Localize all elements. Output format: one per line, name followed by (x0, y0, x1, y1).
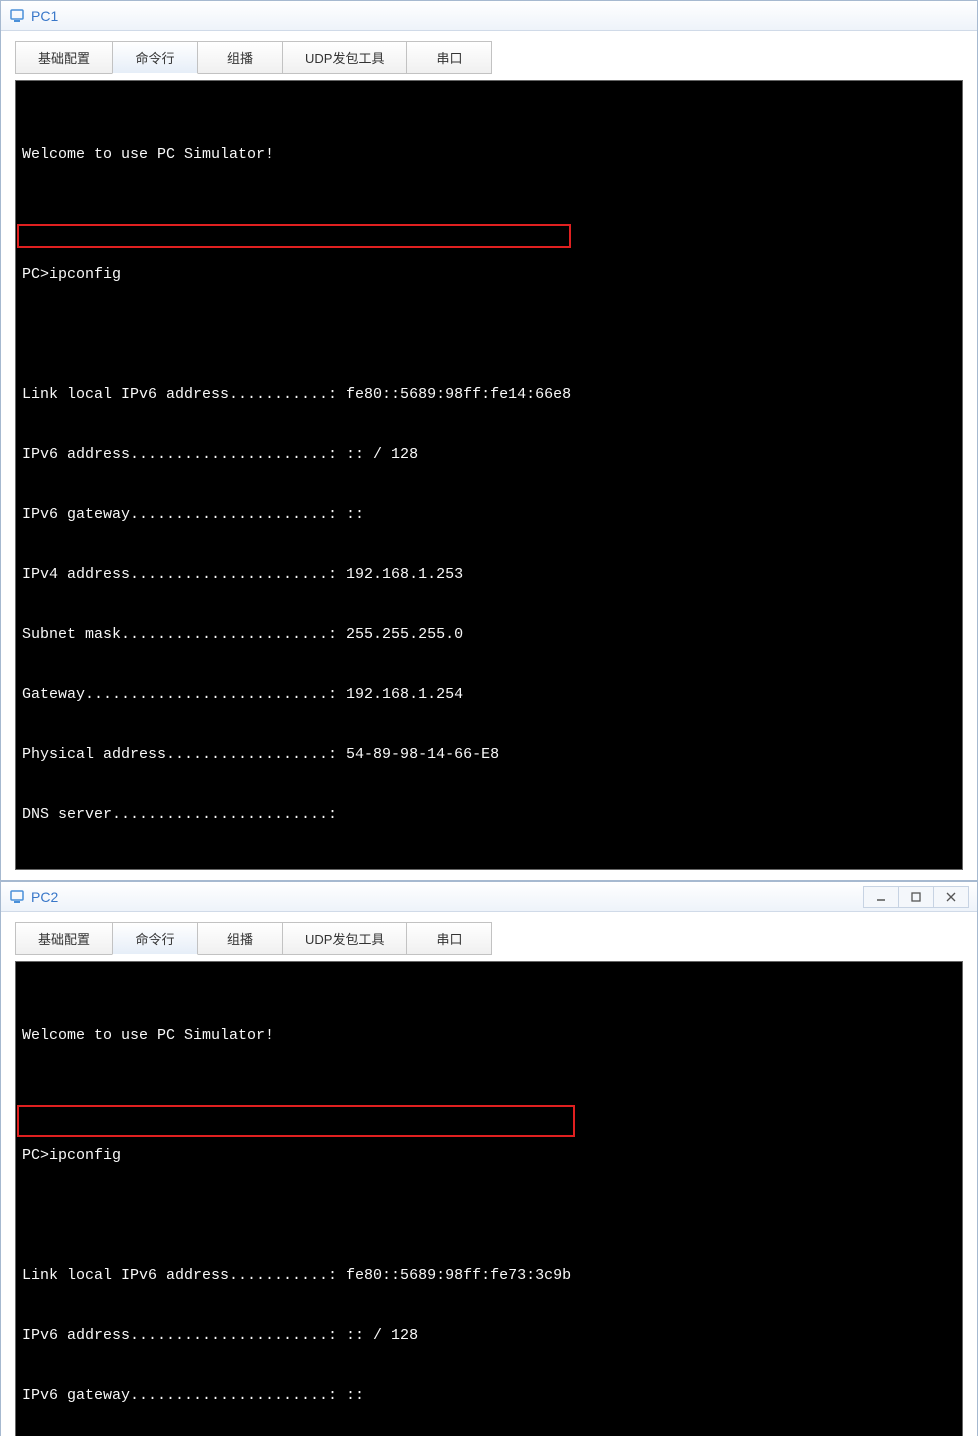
terminal-line: Welcome to use PC Simulator! (22, 1026, 956, 1046)
maximize-button[interactable] (898, 886, 934, 908)
pc2-window: PC2 基础配置 命令行 组播 UDP发包工具 串口 Welcome to us… (0, 881, 978, 1436)
tab-udp-tool[interactable]: UDP发包工具 (282, 922, 407, 955)
pc2-tabs: 基础配置 命令行 组播 UDP发包工具 串口 (15, 922, 963, 955)
pc2-titlebar[interactable]: PC2 (1, 882, 977, 912)
terminal-line: PC>ipconfig (22, 265, 956, 285)
pc1-title: PC1 (31, 8, 969, 24)
pc2-title: PC2 (31, 889, 863, 905)
pc2-terminal[interactable]: Welcome to use PC Simulator! PC>ipconfig… (15, 961, 963, 1436)
tab-basic-config[interactable]: 基础配置 (15, 922, 113, 955)
terminal-line: Link local IPv6 address...........: fe80… (22, 385, 956, 405)
terminal-line: IPv6 gateway......................: :: (22, 505, 956, 525)
terminal-line (22, 325, 956, 345)
terminal-line: DNS server........................: (22, 805, 956, 825)
terminal-line (22, 1206, 956, 1226)
pc-icon (9, 889, 25, 905)
pc1-titlebar[interactable]: PC1 (1, 1, 977, 31)
tab-basic-config[interactable]: 基础配置 (15, 41, 113, 74)
terminal-line: IPv6 address......................: :: /… (22, 445, 956, 465)
minimize-button[interactable] (863, 886, 899, 908)
terminal-line: Physical address..................: 54-8… (22, 745, 956, 765)
terminal-line: IPv6 address......................: :: /… (22, 1326, 956, 1346)
pc2-tabs-area: 基础配置 命令行 组播 UDP发包工具 串口 (1, 912, 977, 961)
pc1-window: PC1 基础配置 命令行 组播 UDP发包工具 串口 Welcome to us… (0, 0, 978, 881)
pc1-tabs: 基础配置 命令行 组播 UDP发包工具 串口 (15, 41, 963, 74)
tab-multicast[interactable]: 组播 (197, 922, 283, 955)
terminal-line-ipv4: IPv4 address......................: 192.… (22, 565, 956, 585)
close-button[interactable] (933, 886, 969, 908)
pc2-ipv4-highlight (17, 1105, 575, 1137)
tab-cli[interactable]: 命令行 (112, 922, 198, 955)
terminal-line: Welcome to use PC Simulator! (22, 145, 956, 165)
window-controls (863, 886, 969, 908)
terminal-line (22, 1086, 956, 1106)
terminal-line: Subnet mask.......................: 255.… (22, 625, 956, 645)
terminal-line: Link local IPv6 address...........: fe80… (22, 1266, 956, 1286)
terminal-line: PC>ipconfig (22, 1146, 956, 1166)
terminal-line: IPv6 gateway......................: :: (22, 1386, 956, 1406)
tab-serial[interactable]: 串口 (406, 922, 492, 955)
terminal-line: Gateway...........................: 192.… (22, 685, 956, 705)
tab-multicast[interactable]: 组播 (197, 41, 283, 74)
pc1-tabs-area: 基础配置 命令行 组播 UDP发包工具 串口 (1, 31, 977, 80)
pc-icon (9, 8, 25, 24)
pc1-terminal[interactable]: Welcome to use PC Simulator! PC>ipconfig… (15, 80, 963, 870)
pc1-ipv4-highlight (17, 224, 571, 248)
tab-cli[interactable]: 命令行 (112, 41, 198, 74)
tab-udp-tool[interactable]: UDP发包工具 (282, 41, 407, 74)
terminal-line (22, 205, 956, 225)
tab-serial[interactable]: 串口 (406, 41, 492, 74)
